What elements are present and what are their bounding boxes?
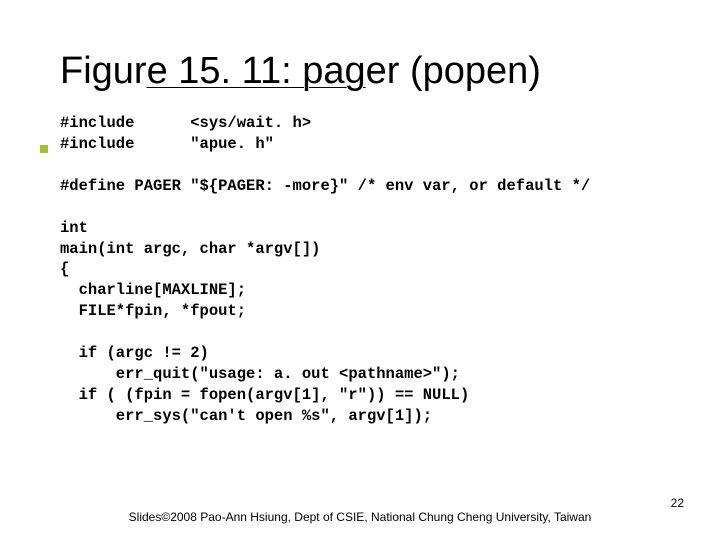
code-line: err_quit("usage: a. out <pathname>"); <box>60 365 460 383</box>
page-number: 22 <box>671 496 684 510</box>
code-line: FILE*fpin, *fpout; <box>60 302 246 320</box>
code-line: #define PAGER "${PAGER: -more}" /* env v… <box>60 177 590 195</box>
code-line: { <box>60 260 69 278</box>
bullet-icon <box>40 145 48 153</box>
code-line: if (argc != 2) <box>60 344 209 362</box>
title-underlined: e 15. 11: pa <box>147 50 345 92</box>
code-line: err_sys("can't open %s", argv[1]); <box>60 407 432 425</box>
code-block: #include <sys/wait. h> #include "apue. h… <box>60 113 690 427</box>
code-line: if ( (fpin = fopen(argv[1], "r")) == NUL… <box>60 386 469 404</box>
slide-title: Figure 15. 11: pager (popen) <box>60 50 690 93</box>
code-line: charline[MAXLINE]; <box>60 281 246 299</box>
title-g: g <box>344 50 365 92</box>
title-suffix: er (popen) <box>366 50 541 92</box>
code-line: #include "apue. h" <box>60 135 274 153</box>
code-line: int <box>60 219 88 237</box>
code-line: main(int argc, char *argv[]) <box>60 240 320 258</box>
code-line: #include <sys/wait. h> <box>60 114 311 132</box>
footer-credit: Slides©2008 Pao-Ann Hsiung, Dept of CSIE… <box>0 510 720 524</box>
slide: Figure 15. 11: pager (popen) #include <s… <box>0 0 720 540</box>
title-prefix: Figur <box>60 50 147 92</box>
